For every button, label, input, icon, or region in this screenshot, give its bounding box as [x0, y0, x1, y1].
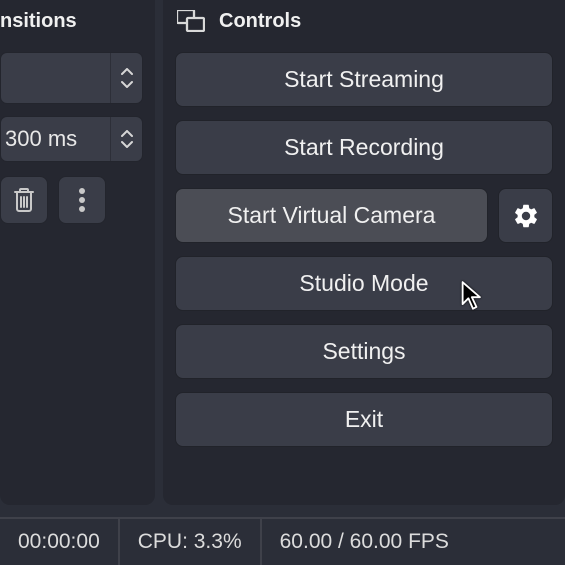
transition-duration-stepper[interactable]: [110, 117, 142, 161]
controls-title: Controls: [219, 10, 301, 33]
controls-panel: Controls Start Streaming Start Recording…: [163, 0, 565, 505]
transition-select-stepper[interactable]: [110, 53, 142, 103]
start-virtual-camera-button[interactable]: Start Virtual Camera: [175, 188, 488, 243]
start-recording-button[interactable]: Start Recording: [175, 120, 553, 175]
status-cpu: CPU: 3.3%: [120, 519, 262, 565]
start-recording-label: Start Recording: [284, 134, 444, 161]
status-time: 00:00:00: [0, 519, 120, 565]
controls-header: Controls: [163, 0, 565, 42]
chevron-down-icon: [121, 80, 133, 88]
virtual-camera-settings-button[interactable]: [498, 188, 553, 243]
scene-transitions-panel: nsitions 300 ms: [0, 0, 155, 505]
settings-button[interactable]: Settings: [175, 324, 553, 379]
transition-duration-value: 300 ms: [1, 126, 110, 152]
dock-icon: [177, 10, 205, 32]
scene-transitions-header: nsitions: [0, 0, 155, 42]
status-fps: 60.00 / 60.00 FPS: [262, 519, 467, 565]
chevron-down-icon: [121, 140, 133, 148]
start-virtual-camera-label: Start Virtual Camera: [228, 202, 436, 229]
studio-mode-button[interactable]: Studio Mode: [175, 256, 553, 311]
start-streaming-label: Start Streaming: [284, 66, 444, 93]
transition-options-button[interactable]: [58, 176, 106, 224]
kebab-icon: [78, 187, 86, 213]
start-streaming-button[interactable]: Start Streaming: [175, 52, 553, 107]
chevron-up-icon: [121, 68, 133, 76]
scene-transitions-title: nsitions: [0, 10, 77, 33]
gear-icon: [512, 202, 540, 230]
settings-label: Settings: [322, 338, 405, 365]
studio-mode-label: Studio Mode: [299, 270, 428, 297]
transition-select[interactable]: [0, 52, 143, 104]
exit-label: Exit: [345, 406, 383, 433]
status-bar: 00:00:00 CPU: 3.3% 60.00 / 60.00 FPS: [0, 517, 565, 565]
trash-icon: [13, 187, 35, 213]
delete-transition-button[interactable]: [0, 176, 48, 224]
chevron-up-icon: [121, 130, 133, 138]
transition-duration-input[interactable]: 300 ms: [0, 116, 143, 162]
exit-button[interactable]: Exit: [175, 392, 553, 447]
